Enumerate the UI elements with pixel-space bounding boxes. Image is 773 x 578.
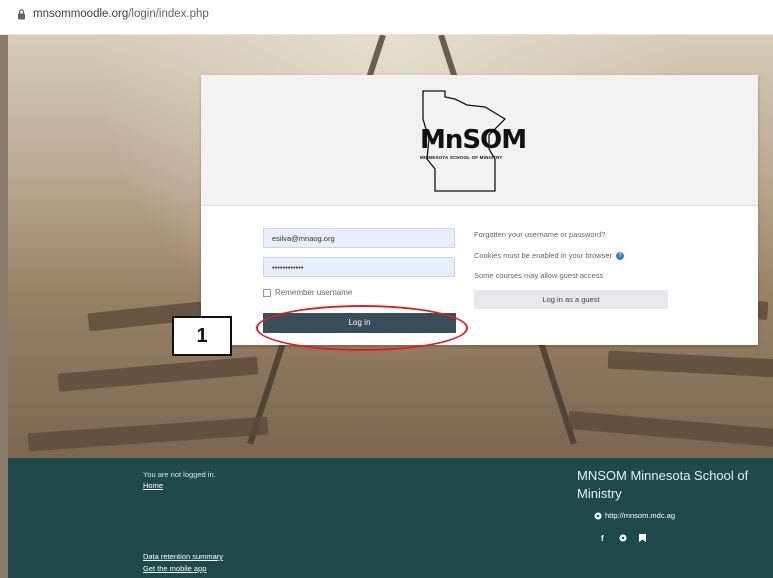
cookies-text: Cookies must be enabled in your browser	[474, 251, 612, 260]
address-bar[interactable]: mnsommoodle.org/login/index.php	[0, 0, 773, 35]
globe-icon	[594, 512, 602, 519]
password-input[interactable]: ••••••••••••	[263, 257, 455, 277]
logo-text: MnSOM	[420, 125, 527, 155]
home-link[interactable]: Home	[143, 481, 163, 490]
guest-login-button[interactable]: Log in as a guest	[474, 290, 668, 309]
url-host: mnsommoodle.org	[33, 8, 129, 20]
mobile-app-link[interactable]: Get the mobile app	[143, 564, 206, 573]
remember-label: Remember username	[275, 288, 353, 297]
logo-header: MnSOM MINNESOTA SCHOOL OF MINISTRY	[201, 75, 758, 206]
guest-access-text: Some courses may allow guest access	[474, 271, 604, 280]
username-input[interactable]: esilva@mnaog.org	[263, 228, 455, 248]
login-highlight-ellipse	[256, 305, 468, 351]
data-retention-link[interactable]: Data retention summary	[143, 552, 223, 561]
url-text[interactable]: mnsommoodle.org/login/index.php	[33, 8, 209, 20]
bookmark-icon[interactable]	[639, 534, 646, 544]
site-name: MNSOM Minnesota School of Ministry	[577, 468, 749, 501]
remember-checkbox[interactable]	[263, 288, 271, 297]
not-logged-in-text: You are not logged in.	[143, 470, 216, 479]
remember-username[interactable]: Remember username	[263, 288, 352, 297]
help-icon[interactable]: ?	[616, 252, 625, 261]
lock-icon	[18, 9, 25, 20]
facebook-icon[interactable]: f	[601, 534, 604, 543]
login-card: MnSOM MINNESOTA SCHOOL OF MINISTRY esilv…	[201, 75, 758, 345]
cookies-notice: Cookies must be enabled in your browser …	[474, 251, 625, 261]
logo-subtitle: MINNESOTA SCHOOL OF MINISTRY	[420, 155, 503, 160]
site-url-text: http://mnsom.mdc.ag	[605, 511, 676, 520]
url-path: /login/index.php	[128, 8, 209, 20]
step-number-label: 1	[172, 316, 232, 356]
forgot-password-link[interactable]: Forgotten your username or password?	[474, 230, 605, 239]
globe-link-icon[interactable]	[619, 534, 627, 544]
site-url[interactable]: http://mnsom.mdc.ag	[594, 511, 675, 520]
